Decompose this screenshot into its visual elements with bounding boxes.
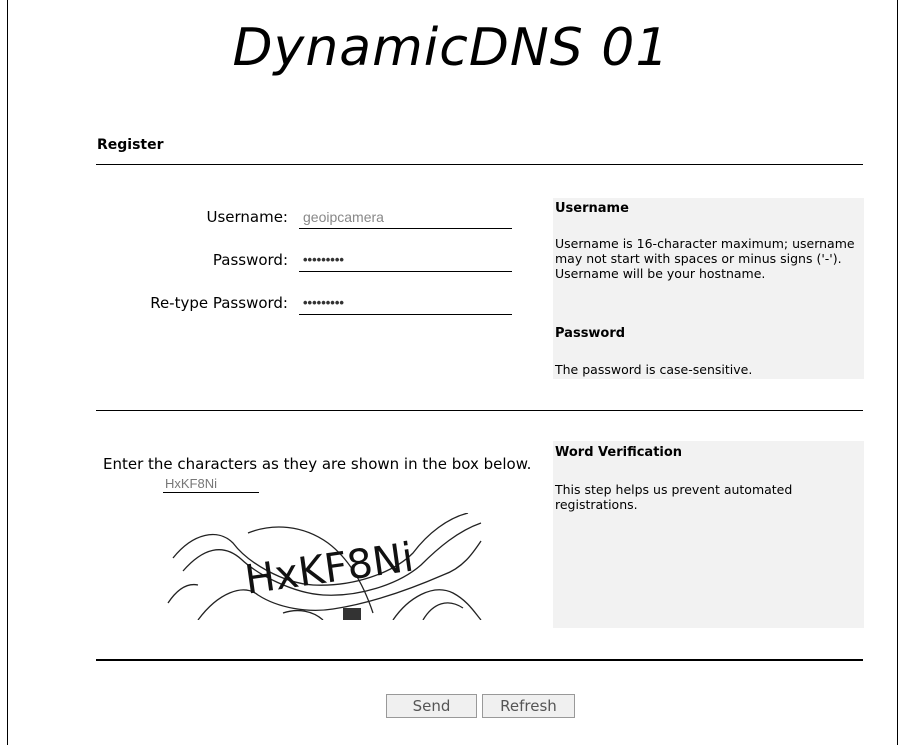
retype-password-input[interactable]: ••••••••• <box>299 292 512 315</box>
verification-help-box: Word Verification This step helps us pre… <box>553 441 864 628</box>
retype-password-row: Re-type Password: ••••••••• <box>96 292 512 315</box>
divider-middle <box>96 410 863 411</box>
refresh-button[interactable]: Refresh <box>482 694 575 718</box>
register-heading: Register <box>97 137 164 153</box>
page-left-border <box>7 0 8 745</box>
username-input[interactable]: geoipcamera <box>299 206 512 229</box>
captcha-input[interactable]: HxKF8Ni <box>163 474 259 493</box>
verification-help-text: This step helps us prevent automated reg… <box>555 482 793 512</box>
password-value: ••••••••• <box>303 252 344 267</box>
retype-password-label: Re-type Password: <box>150 294 288 312</box>
account-help-box: Username Username is 16-character maximu… <box>553 198 864 379</box>
password-row: Password: ••••••••• <box>96 249 512 272</box>
username-value: geoipcamera <box>303 209 384 225</box>
username-help-title: Username <box>555 201 629 216</box>
password-help-title: Password <box>555 326 626 341</box>
page-title: DynamicDNS 01 <box>232 18 670 78</box>
username-row: Username: geoipcamera <box>96 206 512 229</box>
password-label: Password: <box>212 251 288 269</box>
divider-bottom <box>96 659 863 661</box>
password-help-text: The password is case-sensitive. <box>555 362 753 377</box>
password-input[interactable]: ••••••••• <box>299 249 512 272</box>
username-label: Username: <box>206 208 288 226</box>
verification-instruction: Enter the characters as they are shown i… <box>103 455 532 473</box>
captcha-image: HxKF8Ni <box>163 513 483 620</box>
retype-password-value: ••••••••• <box>303 295 344 310</box>
send-button[interactable]: Send <box>386 694 477 718</box>
page-right-border <box>897 0 898 745</box>
divider-top <box>96 164 863 165</box>
verification-help-title: Word Verification <box>555 445 683 460</box>
captcha-input-value: HxKF8Ni <box>165 476 218 491</box>
username-help-text: Username is 16-character maximum; userna… <box>555 236 855 281</box>
